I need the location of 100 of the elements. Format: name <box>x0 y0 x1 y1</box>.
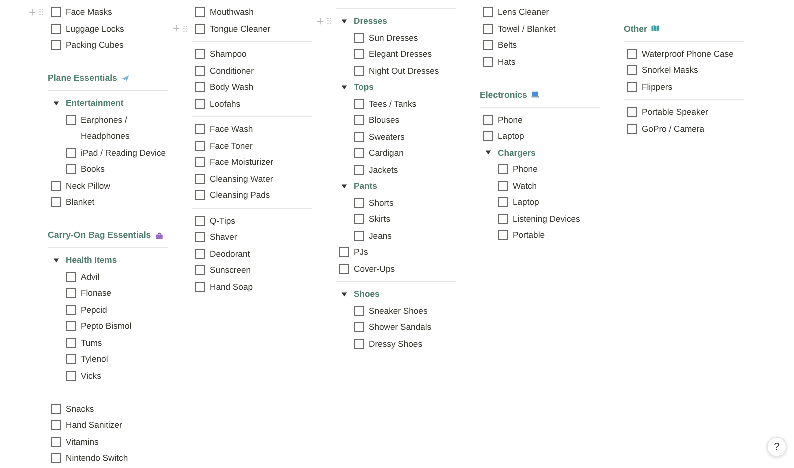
checkbox[interactable] <box>195 82 205 92</box>
toggle-title[interactable]: Dresses <box>354 13 388 30</box>
checkbox[interactable] <box>51 24 61 34</box>
toggle-title[interactable]: Health Items <box>66 252 118 268</box>
checkbox[interactable] <box>354 115 364 126</box>
checkbox[interactable] <box>483 131 493 142</box>
checkbox[interactable] <box>483 7 493 18</box>
checkbox[interactable] <box>354 132 364 142</box>
checkbox[interactable] <box>339 247 349 258</box>
todo-text: Loofahs <box>210 98 241 110</box>
toggle-title[interactable]: Shoes <box>354 286 380 302</box>
checkbox[interactable] <box>483 24 493 34</box>
checkbox[interactable] <box>195 49 205 60</box>
checkbox[interactable] <box>66 370 76 381</box>
checkbox[interactable] <box>627 65 637 76</box>
checkbox[interactable] <box>354 49 364 60</box>
drag-handle-icon[interactable] <box>39 8 44 16</box>
checkbox[interactable] <box>354 66 364 76</box>
toggle-caret-icon[interactable] <box>341 182 348 190</box>
checkbox[interactable] <box>51 453 61 464</box>
checkbox[interactable] <box>66 288 76 298</box>
todo-text: Conditioner <box>210 64 254 78</box>
checkbox[interactable] <box>51 404 61 414</box>
checkbox[interactable] <box>354 230 364 241</box>
todo-text: Cleansing Water <box>210 172 274 186</box>
checkbox[interactable] <box>195 66 205 76</box>
todo-text: Vitamins <box>66 436 99 448</box>
checkbox[interactable] <box>66 304 76 315</box>
checkbox[interactable] <box>354 306 364 316</box>
todo-text: Flippers <box>642 80 673 94</box>
checkbox[interactable] <box>51 420 61 430</box>
checkbox[interactable] <box>498 230 508 240</box>
checkbox[interactable] <box>66 321 76 332</box>
checkbox[interactable] <box>66 164 76 174</box>
checkbox[interactable] <box>483 56 493 67</box>
checkbox[interactable] <box>354 338 364 349</box>
checkbox[interactable] <box>51 197 61 208</box>
checkbox[interactable] <box>195 265 205 276</box>
section-heading: Plane Essentials <box>48 73 118 83</box>
checkbox[interactable] <box>195 232 205 242</box>
checkbox[interactable] <box>195 7 205 18</box>
checkbox[interactable] <box>354 322 364 332</box>
checkbox[interactable] <box>195 140 205 151</box>
drag-handle-icon[interactable] <box>327 17 332 25</box>
checkbox[interactable] <box>195 157 205 168</box>
checkbox[interactable] <box>51 180 61 191</box>
toggle-title[interactable]: Pants <box>354 178 378 194</box>
checkbox[interactable] <box>354 164 364 175</box>
checkbox[interactable] <box>195 216 205 226</box>
checkbox[interactable] <box>66 148 76 158</box>
checkbox[interactable] <box>483 40 493 50</box>
checkbox[interactable] <box>66 354 76 364</box>
todo-text: Laptop <box>513 196 540 209</box>
toggle-caret-icon[interactable] <box>341 84 348 91</box>
checkbox[interactable] <box>354 214 364 224</box>
checkbox[interactable] <box>354 148 364 158</box>
checkbox[interactable] <box>354 32 364 43</box>
checkbox[interactable] <box>66 272 76 282</box>
laptop-icon <box>531 90 540 99</box>
todo-text: Elegant Dresses <box>369 48 432 61</box>
checkbox[interactable] <box>627 48 637 59</box>
checkbox[interactable] <box>51 7 61 18</box>
todo-text: Hand Soap <box>210 280 254 294</box>
toggle-title[interactable]: Chargers <box>498 144 536 161</box>
todo-text: Face Wash <box>210 123 254 136</box>
toggle-caret-icon[interactable] <box>341 18 348 25</box>
todo-text: Flonase <box>81 287 112 300</box>
checkbox[interactable] <box>498 180 508 191</box>
todo-text: Lens Cleaner <box>498 6 550 19</box>
checkbox[interactable] <box>627 124 637 134</box>
checkbox[interactable] <box>498 197 508 208</box>
toggle-title[interactable]: Tops <box>354 79 374 96</box>
toggle-title[interactable]: Entertainment <box>66 95 124 112</box>
checkbox[interactable] <box>483 114 493 125</box>
checkbox[interactable] <box>627 107 637 118</box>
toggle-caret-icon[interactable] <box>53 100 60 107</box>
toggle-caret-icon[interactable] <box>53 256 60 264</box>
checkbox[interactable] <box>195 24 205 34</box>
todo-text: Night Out Dresses <box>369 64 440 78</box>
checkbox[interactable] <box>51 40 61 50</box>
checkbox[interactable] <box>339 264 349 274</box>
drag-handle-icon[interactable] <box>183 24 188 32</box>
todo-text: Shampoo <box>210 48 247 61</box>
checkbox[interactable] <box>195 98 205 109</box>
checkbox[interactable] <box>195 124 205 134</box>
checkbox[interactable] <box>498 214 508 224</box>
checkbox[interactable] <box>354 198 364 208</box>
checkbox[interactable] <box>627 82 637 92</box>
checkbox[interactable] <box>195 190 205 200</box>
checkbox[interactable] <box>66 338 76 348</box>
checkbox[interactable] <box>195 248 205 259</box>
checkbox[interactable] <box>66 114 76 125</box>
toggle-caret-icon[interactable] <box>341 290 348 298</box>
checkbox[interactable] <box>498 164 508 174</box>
help-button[interactable]: ? <box>767 437 787 457</box>
toggle-caret-icon[interactable] <box>485 149 492 156</box>
checkbox[interactable] <box>195 174 205 184</box>
checkbox[interactable] <box>354 98 364 109</box>
checkbox[interactable] <box>195 282 205 292</box>
checkbox[interactable] <box>51 436 61 447</box>
